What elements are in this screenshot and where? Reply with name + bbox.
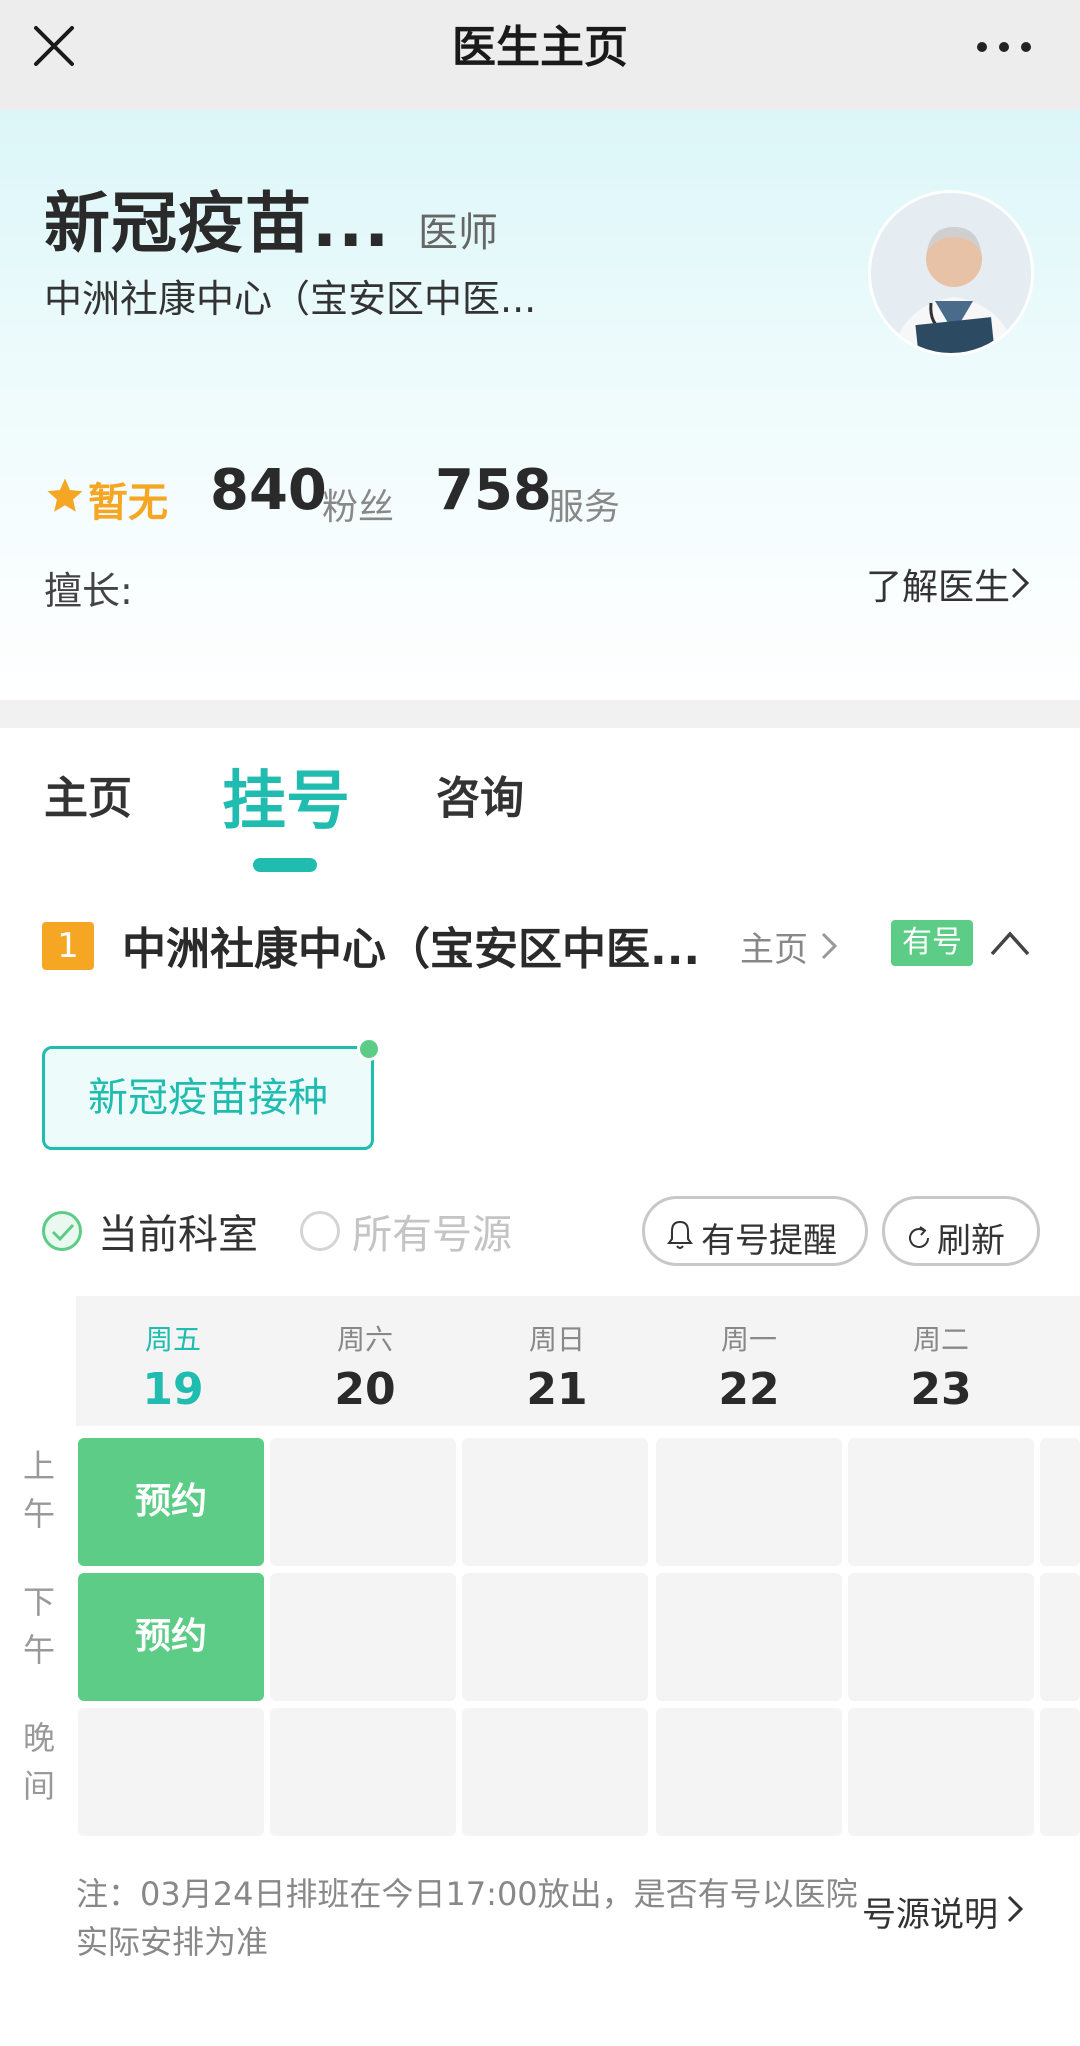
doctor-avatar [868,190,1034,356]
schedule-cell [270,1573,456,1701]
tab-home[interactable]: 主页 [44,762,132,826]
hospital-index-badge: 1 [42,922,94,970]
schedule-cell [462,1573,648,1701]
availability-badge: 有号 [891,920,973,966]
day-mon[interactable]: 周一 22 [656,1318,842,1415]
service-chip-covid-vaccine[interactable]: 新冠疫苗接种 [42,1046,374,1150]
radio-current-dept[interactable] [42,1211,82,1251]
schedule-cell [462,1438,648,1566]
section-divider [0,700,1080,728]
schedule-cell [78,1708,264,1836]
fans-label: 粉丝 [322,487,395,528]
remind-button[interactable]: 有号提醒 [642,1196,868,1266]
refresh-icon [905,1221,933,1261]
schedule-cell [848,1708,1034,1836]
more-icon[interactable] [975,28,1035,64]
service-count: 758 [435,458,552,523]
schedule-cell [656,1708,842,1836]
fans-count: 840 [210,458,327,523]
tab-register[interactable]: 挂号 [222,750,350,842]
specialty-label: 擅长: [44,569,133,613]
star-icon [44,475,86,517]
radio-all-sources[interactable] [300,1211,340,1251]
know-doctor-link[interactable]: 了解医生 [866,558,1010,610]
book-button-fri-morning[interactable]: 预约 [78,1438,264,1566]
nav-bar [0,0,1080,110]
schedule-cell [656,1438,842,1566]
source-explanation-link[interactable]: 号源说明 [862,1887,998,1936]
rating-text: 暂无 [88,480,168,526]
close-icon[interactable] [30,22,78,70]
chevron-right-icon [1004,1893,1026,1925]
radio-all-sources-label[interactable]: 所有号源 [352,1202,512,1260]
service-label: 服务 [548,487,621,528]
refresh-button[interactable]: 刷新 [882,1196,1040,1266]
period-morning-label: 上 午 [22,1447,55,1533]
doctor-hospital: 中洲社康中心（宝安区中医... [44,277,537,321]
radio-current-dept-label[interactable]: 当前科室 [98,1202,258,1260]
schedule-cell [270,1438,456,1566]
doctor-name: 新冠疫苗... [44,185,391,262]
bell-icon [667,1219,693,1260]
schedule-note: 注：03月24日排班在今日17:00放出，是否有号以医院实际安排为准 [76,1875,858,1961]
schedule-cell [270,1708,456,1836]
chip-dot [357,1037,381,1061]
schedule-cell [462,1708,648,1836]
chevron-right-icon [1007,565,1033,601]
schedule-cell [848,1573,1034,1701]
schedule-cell [1040,1708,1080,1836]
chevron-up-icon[interactable] [988,928,1032,958]
schedule-cell [848,1438,1034,1566]
period-afternoon-label: 下 午 [22,1583,55,1669]
day-fri[interactable]: 周五 19 [80,1318,266,1415]
doctor-title: 医师 [418,210,498,256]
chevron-right-icon [818,930,840,962]
hospital-name: 中洲社康中心（宝安区中医... [122,924,701,975]
tab-consult[interactable]: 咨询 [436,762,524,826]
tab-indicator [253,858,317,872]
day-tue[interactable]: 周二 23 [848,1318,1034,1415]
day-sat[interactable]: 周六 20 [272,1318,458,1415]
schedule-cell [1040,1438,1080,1566]
period-evening-label: 晚 间 [22,1719,55,1805]
schedule-cell [656,1573,842,1701]
book-button-fri-afternoon[interactable]: 预约 [78,1573,264,1701]
schedule-cell [1040,1573,1080,1701]
day-sun[interactable]: 周日 21 [464,1318,650,1415]
hospital-home-link[interactable]: 主页 [740,922,808,971]
